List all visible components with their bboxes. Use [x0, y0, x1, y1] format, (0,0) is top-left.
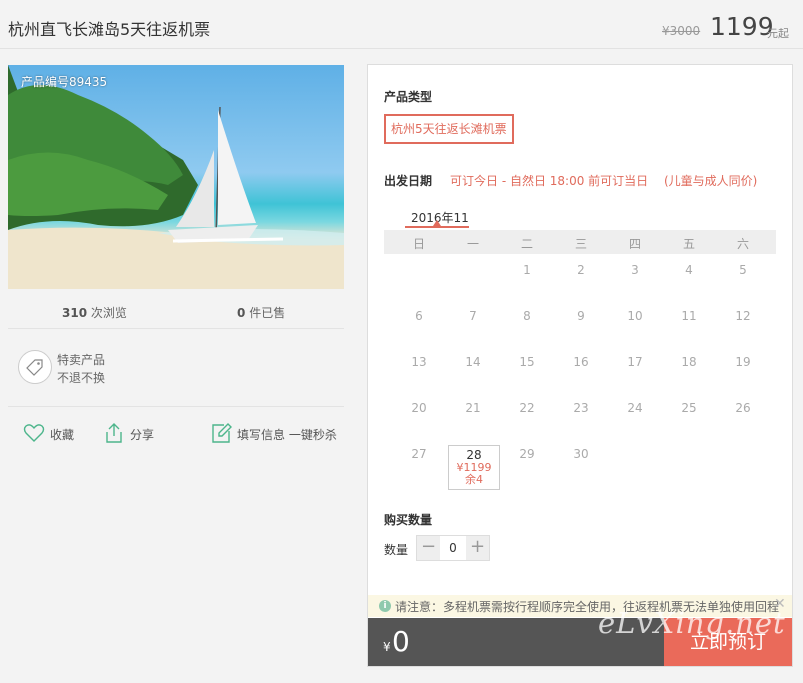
- booking-panel: 产品类型 杭州5天往返长滩机票 出发日期 可订今日 - 自然日 18:00 前可…: [367, 64, 793, 667]
- calendar-day[interactable]: 26: [716, 401, 770, 415]
- share-label: 分享: [130, 428, 155, 442]
- product-type-option[interactable]: 杭州5天往返长滩机票: [384, 114, 514, 144]
- calendar-day[interactable]: 2: [554, 263, 608, 277]
- sold-count: 0: [237, 306, 246, 320]
- product-stats: 310 次浏览 0 件已售: [8, 300, 344, 329]
- close-icon[interactable]: ✕: [774, 596, 786, 612]
- weekday-fri: 五: [682, 237, 695, 251]
- calendar-day[interactable]: 21: [446, 401, 500, 415]
- sold-stat: 0 件已售: [237, 304, 285, 321]
- calendar-day[interactable]: 10: [608, 309, 662, 323]
- weekday-mon: 一: [466, 237, 479, 251]
- calendar-day[interactable]: 18: [662, 355, 716, 369]
- calendar-day[interactable]: 15: [500, 355, 554, 369]
- sold-label: 件已售: [249, 306, 286, 320]
- no-refund-label: 不退不换: [57, 371, 106, 385]
- original-price: ¥3000: [662, 24, 701, 38]
- special-offer: 特卖产品 不退不换: [8, 330, 344, 407]
- share-icon: [106, 423, 122, 443]
- calendar-day[interactable]: 20: [392, 401, 446, 415]
- calendar-day[interactable]: 7: [446, 309, 500, 323]
- calendar-day[interactable]: 17: [608, 355, 662, 369]
- calendar-day[interactable]: 5: [716, 263, 770, 277]
- current-price: 1199: [710, 12, 774, 41]
- price-tag-icon: [18, 350, 52, 384]
- weekday-sat: 六: [736, 237, 749, 251]
- calendar-day[interactable]: 19: [716, 355, 770, 369]
- calendar-day[interactable]: 3: [608, 263, 662, 277]
- total-price: 0: [392, 625, 410, 658]
- views-stat: 310 次浏览: [62, 304, 127, 321]
- heart-icon: [23, 424, 45, 442]
- date-note: (儿童与成人同价): [664, 174, 758, 188]
- calendar-day[interactable]: 29: [500, 447, 554, 461]
- weekday-thu: 四: [628, 237, 641, 251]
- selected-day-stock: 余4: [465, 473, 483, 486]
- book-now-button[interactable]: 立即预订: [664, 618, 792, 666]
- calendar-day[interactable]: 1: [500, 263, 554, 277]
- calendar-day[interactable]: 23: [554, 401, 608, 415]
- weekday-sun: 日: [412, 237, 425, 251]
- calendar-day[interactable]: 6: [392, 309, 446, 323]
- weekday-wed: 三: [574, 237, 587, 251]
- date-hint: 可订今日 - 自然日 18:00 前可订当日 (儿童与成人同价): [450, 172, 757, 189]
- info-icon: i: [379, 600, 391, 612]
- product-type-title: 产品类型: [384, 90, 433, 104]
- views-count: 310: [62, 306, 88, 320]
- calendar-day[interactable]: 12: [716, 309, 770, 323]
- quantity-plus-button[interactable]: +: [466, 536, 489, 560]
- calendar-day[interactable]: 13: [392, 355, 446, 369]
- quantity-minus-button[interactable]: −: [417, 536, 440, 560]
- favorite-label: 收藏: [50, 428, 75, 442]
- calendar-day[interactable]: 8: [500, 309, 554, 323]
- calendar-day[interactable]: 16: [554, 355, 608, 369]
- fill-info-label: 填写信息 一键秒杀: [237, 428, 337, 442]
- notice-text: 请注意：多程机票需按行程顺序完全使用，往返程机票无法单独使用回程: [395, 600, 780, 614]
- calendar-day[interactable]: 11: [662, 309, 716, 323]
- quantity-stepper: − 0 +: [416, 535, 490, 561]
- calendar-day-selected[interactable]: 28 ¥1199 余4: [448, 445, 500, 490]
- calendar-day[interactable]: 14: [446, 355, 500, 369]
- calendar-day[interactable]: 22: [500, 401, 554, 415]
- quantity-input[interactable]: 0: [441, 536, 465, 560]
- weekday-tue: 二: [520, 237, 533, 251]
- price-unit: 元起: [767, 27, 789, 40]
- calendar-day[interactable]: 25: [662, 401, 716, 415]
- departure-date-title: 出发日期: [384, 174, 433, 188]
- calendar-day[interactable]: 30: [554, 447, 608, 461]
- quantity-title: 购买数量: [384, 513, 433, 527]
- notice-bar: i 请注意：多程机票需按行程顺序完全使用，往返程机票无法单独使用回程 ✕: [368, 595, 792, 617]
- edit-icon: [212, 423, 232, 443]
- selected-day-number: 28: [466, 448, 482, 462]
- total-currency: ¥: [383, 640, 391, 654]
- date-hint-text: 可订今日 - 自然日 18:00 前可订当日: [450, 174, 649, 188]
- calendar-day[interactable]: 24: [608, 401, 662, 415]
- beach-sailboat-image: [8, 65, 344, 289]
- action-bar: 收藏 分享 填写信息 一键秒杀: [8, 420, 344, 450]
- quantity-label: 数量: [384, 543, 409, 557]
- calendar-day[interactable]: 9: [554, 309, 608, 323]
- product-number: 产品编号89435: [21, 75, 108, 89]
- weekday-header: 日 一 二 三 四 五 六: [384, 230, 776, 254]
- special-label: 特卖产品: [57, 353, 106, 367]
- product-title: 杭州直飞长滩岛5天往返机票: [8, 20, 211, 39]
- calendar-day[interactable]: 27: [392, 447, 446, 461]
- booking-footer: ¥ 0 立即预订: [368, 618, 792, 666]
- month-underline: [405, 226, 469, 228]
- product-photo: 产品编号89435: [8, 65, 344, 289]
- calendar-day[interactable]: 4: [662, 263, 716, 277]
- views-label: 次浏览: [90, 306, 127, 320]
- page-header: 杭州直飞长滩岛5天往返机票 ¥3000 1199 元起: [0, 0, 803, 49]
